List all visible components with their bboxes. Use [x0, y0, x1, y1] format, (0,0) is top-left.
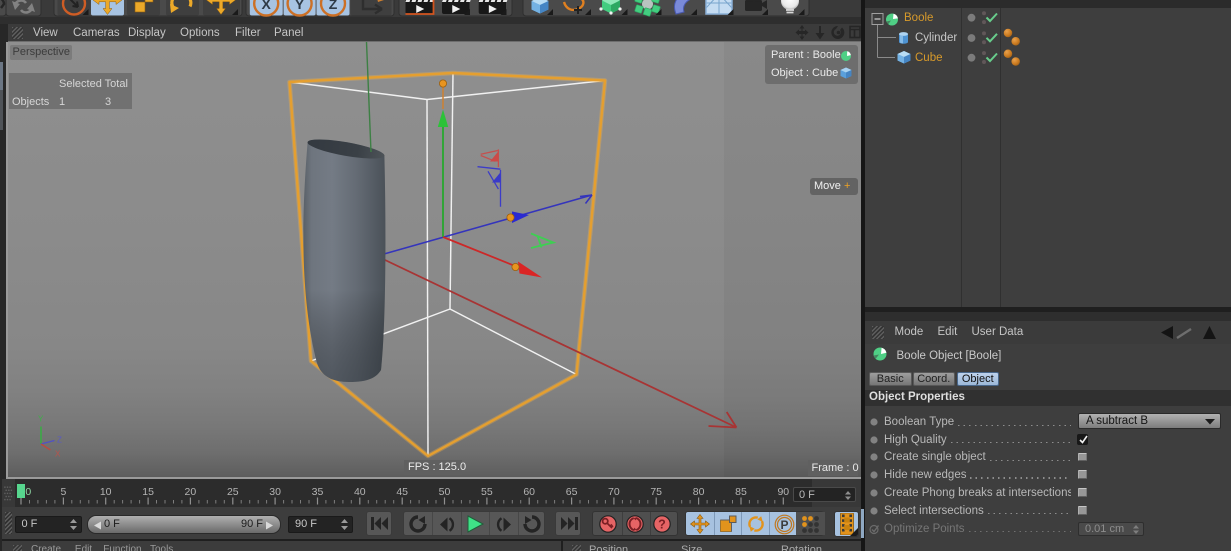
svg-text:Z: Z [57, 436, 62, 445]
svg-text:Y: Y [295, 0, 305, 12]
svg-text:35: 35 [312, 486, 324, 498]
svg-text:45: 45 [396, 486, 408, 498]
svg-text:15: 15 [142, 486, 154, 498]
svg-text:80: 80 [693, 486, 705, 498]
svg-text:40: 40 [354, 486, 366, 498]
svg-text:P: P [780, 518, 788, 532]
svg-text:50: 50 [439, 486, 451, 498]
svg-text:X: X [55, 450, 61, 459]
svg-text:85: 85 [735, 486, 747, 498]
svg-text:20: 20 [185, 486, 197, 498]
svg-text:30: 30 [269, 486, 281, 498]
svg-text:?: ? [658, 518, 666, 532]
svg-text:0: 0 [25, 486, 31, 498]
svg-text:65: 65 [566, 486, 578, 498]
svg-text:70: 70 [608, 486, 620, 498]
svg-text:75: 75 [650, 486, 662, 498]
svg-text:X: X [262, 0, 272, 12]
svg-text:90: 90 [777, 486, 789, 498]
svg-text:Z: Z [329, 0, 338, 12]
svg-text:25: 25 [227, 486, 239, 498]
svg-text:5: 5 [60, 486, 66, 498]
svg-text:60: 60 [523, 486, 535, 498]
svg-text:55: 55 [481, 486, 493, 498]
svg-text:Y: Y [38, 415, 44, 424]
svg-text:10: 10 [100, 486, 112, 498]
